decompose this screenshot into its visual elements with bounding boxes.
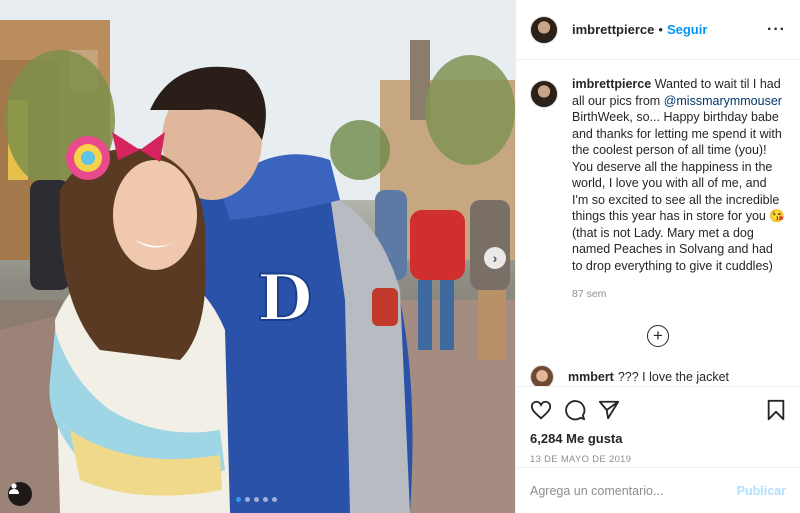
carousel-dot bbox=[272, 497, 277, 502]
carousel-dots bbox=[236, 497, 277, 502]
caption-username[interactable]: imbrettpierce bbox=[572, 77, 651, 91]
avatar[interactable] bbox=[530, 80, 558, 108]
post-side-panel: imbrettpierce • Seguir ··· imbrettpierce… bbox=[515, 0, 800, 513]
next-photo-button[interactable]: › bbox=[484, 247, 506, 269]
tagged-users-button[interactable] bbox=[8, 482, 32, 506]
share-icon[interactable] bbox=[598, 399, 620, 421]
carousel-dot bbox=[254, 497, 259, 502]
carousel-dot bbox=[236, 497, 241, 502]
load-more-comments[interactable]: + bbox=[530, 324, 786, 347]
comments-area[interactable]: imbrettpierce Wanted to wait til I had a… bbox=[516, 60, 800, 386]
avatar[interactable] bbox=[530, 15, 558, 44]
post-header: imbrettpierce • Seguir ··· bbox=[516, 0, 800, 60]
avatar[interactable] bbox=[530, 364, 554, 386]
publish-button[interactable]: Publicar bbox=[737, 484, 786, 498]
caption-mention-link[interactable]: @missmarymmouser bbox=[664, 94, 782, 108]
likes-count[interactable]: 6,284 Me gusta bbox=[530, 431, 786, 446]
caption-time-ago[interactable]: 87 sem bbox=[572, 286, 786, 303]
comment-username[interactable]: mmbert bbox=[568, 370, 614, 384]
post-date[interactable]: 13 DE MAYO DE 2019 bbox=[530, 454, 786, 465]
photo-illustration: D bbox=[0, 0, 515, 513]
comment-text: ??? I love the jacket bbox=[617, 369, 730, 384]
svg-text:D: D bbox=[257, 261, 313, 336]
comment-icon[interactable] bbox=[564, 399, 586, 421]
carousel-dot bbox=[245, 497, 250, 502]
separator-dot: • bbox=[658, 22, 663, 37]
heart-icon[interactable] bbox=[530, 399, 552, 421]
add-comment-bar: Publicar bbox=[516, 467, 800, 513]
caption-body: imbrettpierce Wanted to wait til I had a… bbox=[572, 76, 786, 303]
plus-circle-icon[interactable]: + bbox=[647, 324, 669, 347]
follow-button[interactable]: Seguir bbox=[667, 22, 707, 37]
comment-input[interactable] bbox=[530, 483, 737, 498]
comment-item: mmbert ??? I love the jacket bbox=[530, 364, 786, 386]
bookmark-icon[interactable] bbox=[766, 399, 786, 421]
caption-text-after: BirthWeek, so... Happy birthday babe and… bbox=[572, 110, 785, 273]
post-actions: 6,284 Me gusta 13 DE MAYO DE 2019 bbox=[516, 386, 800, 465]
caption: imbrettpierce Wanted to wait til I had a… bbox=[530, 76, 786, 303]
user-icon bbox=[9, 483, 19, 494]
action-icons bbox=[530, 397, 786, 423]
header-username[interactable]: imbrettpierce bbox=[572, 22, 654, 37]
ellipsis-icon[interactable]: ··· bbox=[767, 21, 786, 39]
post-photo[interactable]: D › bbox=[0, 0, 515, 513]
carousel-dot bbox=[263, 497, 268, 502]
